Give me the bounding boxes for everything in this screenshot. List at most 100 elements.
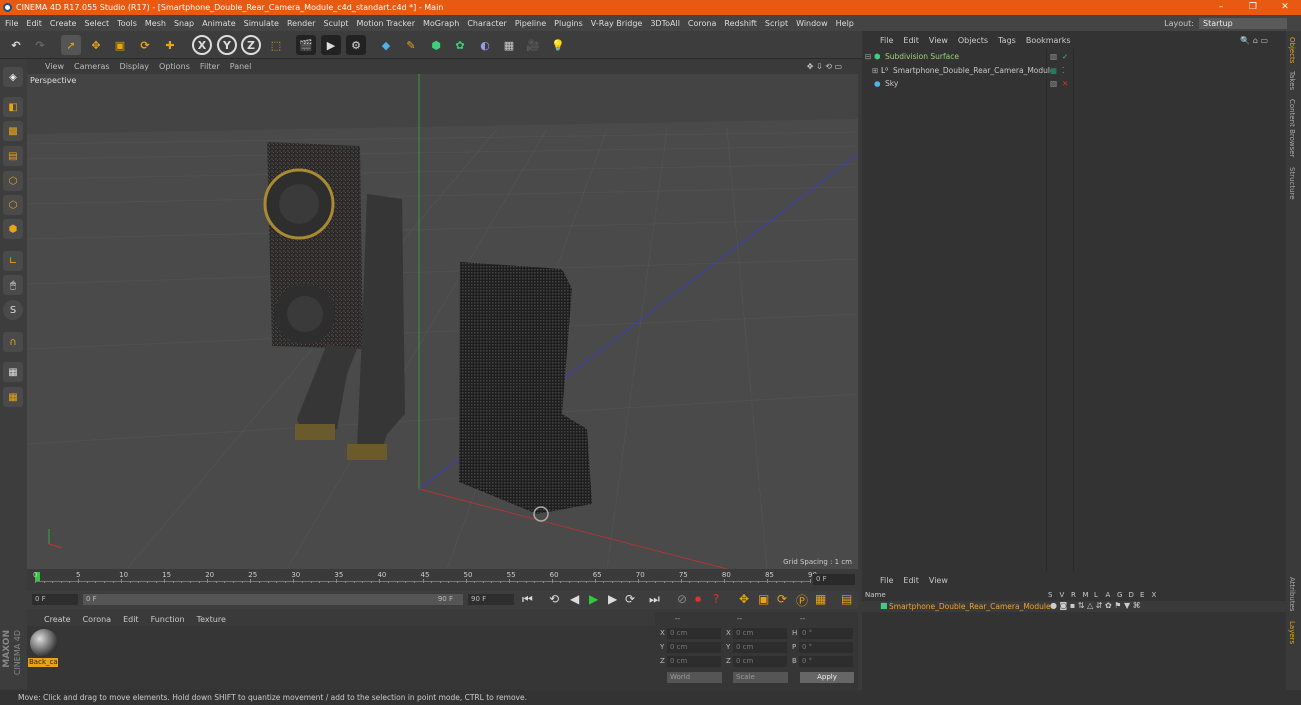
tab-objects[interactable]: Objects (1288, 37, 1296, 63)
object-menu-tags[interactable]: Tags (998, 36, 1016, 45)
menu-mesh[interactable]: Mesh (145, 19, 166, 28)
key-pla-icon[interactable]: ▦ (815, 592, 826, 606)
tab-content-browser[interactable]: Content Browser (1288, 99, 1296, 157)
viewport-perspective[interactable]: Perspective Grid Spacing : 1 cm (27, 74, 858, 569)
workplane-icon[interactable]: ▤ (3, 146, 23, 166)
model-mode-icon[interactable]: ◧ (3, 97, 23, 117)
visibility-dots-icon[interactable]: ⁚ (1062, 64, 1064, 77)
tab-attributes[interactable]: Attributes (1288, 577, 1296, 612)
light-icon[interactable]: 💡 (548, 35, 568, 55)
close-button[interactable]: ✕ (1269, 0, 1301, 15)
y-axis-button[interactable]: Y (217, 35, 237, 55)
prev-frame-icon[interactable]: ◀ (570, 592, 579, 606)
object-search-icons[interactable]: 🔍 ⌂ ▭ (1240, 36, 1268, 45)
next-frame-icon[interactable]: ▶ (608, 592, 617, 606)
cube-icon[interactable]: ◆ (376, 35, 396, 55)
viewport-menu-view[interactable]: View (45, 62, 64, 71)
render-settings-icon[interactable]: ⚙ (346, 35, 366, 55)
object-row-camera-module[interactable]: ⊞ L⁰ Smartphone_Double_Rear_Camera_Modul… (862, 64, 1286, 77)
viewport-nav-icons[interactable]: ✥ ⇩ ⟲ ▭ (807, 62, 842, 71)
disabled-icon[interactable]: ✕ (1062, 77, 1068, 90)
magnet-icon[interactable]: ∩ (3, 332, 23, 352)
floor-icon[interactable]: ▦ (499, 35, 519, 55)
timeline-icon[interactable]: ▤ (841, 592, 852, 606)
menu-redshift[interactable]: Redshift (724, 19, 756, 28)
coord-value-field[interactable]: 0 ° (799, 656, 853, 667)
menu-sculpt[interactable]: Sculpt (323, 19, 348, 28)
menu-file[interactable]: File (5, 19, 18, 28)
visibility-icon[interactable]: ▨ (1050, 77, 1057, 90)
object-menu-view[interactable]: View (929, 36, 948, 45)
next-key-icon[interactable]: ⟳ (625, 592, 635, 606)
polygons-mode-icon[interactable]: ⬢ (3, 219, 23, 239)
record-disabled-icon[interactable]: ⊘ (677, 592, 687, 606)
record-icon[interactable]: ⏺ (695, 592, 701, 607)
expand-icon[interactable]: ⊟ (865, 50, 871, 63)
material-menu-corona[interactable]: Corona (83, 615, 111, 624)
menu-vray-bridge[interactable]: V-Ray Bridge (591, 19, 643, 28)
menu-animate[interactable]: Animate (202, 19, 236, 28)
coord-value-field[interactable]: 0 cm (733, 642, 787, 653)
menu-tools[interactable]: Tools (117, 19, 137, 28)
pen-icon[interactable]: ✎ (401, 35, 421, 55)
material-menu-texture[interactable]: Texture (197, 615, 226, 624)
material-tag-icon[interactable]: ■ (1050, 64, 1057, 77)
tweak-mode-icon[interactable]: 🖱 (3, 275, 23, 295)
layer-menu-file[interactable]: File (880, 576, 893, 585)
object-menu-file[interactable]: File (880, 36, 893, 45)
coord-value-field[interactable]: 0 ° (799, 628, 853, 639)
array-icon[interactable]: ✿ (450, 35, 470, 55)
scale-dropdown[interactable]: Scale (733, 672, 788, 683)
menu-script[interactable]: Script (765, 19, 788, 28)
camera-icon[interactable]: 🎥 (523, 35, 543, 55)
menu-edit[interactable]: Edit (26, 19, 42, 28)
menu-mograph[interactable]: MoGraph (423, 19, 459, 28)
snap-icon[interactable]: S (3, 300, 23, 320)
move-icon[interactable]: ✥ (86, 35, 106, 55)
material-menu-create[interactable]: Create (44, 615, 71, 624)
menu-motion-tracker[interactable]: Motion Tracker (356, 19, 415, 28)
viewport-menu-panel[interactable]: Panel (230, 62, 252, 71)
layer-name[interactable]: Smartphone_Double_Rear_Camera_Module (889, 602, 1051, 611)
menu-create[interactable]: Create (50, 19, 77, 28)
rotate-icon[interactable]: ⟳ (135, 35, 155, 55)
prev-key-icon[interactable]: ⟲ (549, 592, 559, 606)
menu-pipeline[interactable]: Pipeline (515, 19, 546, 28)
edges-mode-icon[interactable]: ⬡ (3, 195, 23, 215)
coord-value-field[interactable]: 0 cm (667, 642, 721, 653)
menu-simulate[interactable]: Simulate (244, 19, 279, 28)
start-frame-field[interactable]: 0 F (32, 594, 78, 605)
material-name[interactable]: Back_cai (28, 658, 58, 667)
deformer-icon[interactable]: ◐ (475, 35, 495, 55)
timeline-ruler[interactable]: 051015202530354045505560657075808590 0 F (27, 569, 858, 591)
end-frame-field[interactable]: 90 F (468, 594, 514, 605)
layer-flags-icons[interactable]: ● ◙ ▪ ⇅ △ ⇵ ✿ ⚑ ▼ ⌘ (1050, 601, 1141, 610)
menu-character[interactable]: Character (467, 19, 507, 28)
viewport-menu-cameras[interactable]: Cameras (74, 62, 110, 71)
object-name[interactable]: Smartphone_Double_Rear_Camera_Module (893, 64, 1055, 77)
world-dropdown[interactable]: World (667, 672, 722, 683)
layout-dropdown[interactable]: Startup (1199, 17, 1287, 29)
goto-end-icon[interactable]: ⏭ (649, 592, 660, 607)
viewport-menu-display[interactable]: Display (120, 62, 150, 71)
apply-button[interactable]: Apply (800, 672, 854, 683)
workplane-lock-icon[interactable]: ▦ (3, 362, 23, 382)
expand-icon[interactable]: ⊞ (872, 64, 878, 77)
layer-row[interactable]: ■ Smartphone_Double_Rear_Camera_Module ●… (862, 601, 1286, 612)
menu-render[interactable]: Render (287, 19, 315, 28)
tab-structure[interactable]: Structure (1288, 167, 1296, 200)
key-position-icon[interactable]: ✥ (739, 592, 749, 606)
axis-mode-icon[interactable]: ∟ (3, 251, 23, 271)
coord-value-field[interactable]: 0 cm (733, 628, 787, 639)
coord-value-field[interactable]: 0 cm (667, 656, 721, 667)
menu-3dtoall[interactable]: 3DToAll (650, 19, 680, 28)
points-mode-icon[interactable]: ⬡ (3, 171, 23, 191)
material-menu-function[interactable]: Function (151, 615, 185, 624)
visibility-icon[interactable]: ▨ (1050, 50, 1057, 63)
x-axis-button[interactable]: X (192, 35, 212, 55)
render-picture-viewer-icon[interactable]: ▶ (321, 35, 341, 55)
tab-takes[interactable]: Takes (1288, 71, 1296, 90)
autokey-icon[interactable]: ? (713, 592, 719, 606)
enabled-check-icon[interactable]: ✓ (1062, 50, 1068, 63)
play-icon[interactable]: ▶ (589, 592, 598, 606)
